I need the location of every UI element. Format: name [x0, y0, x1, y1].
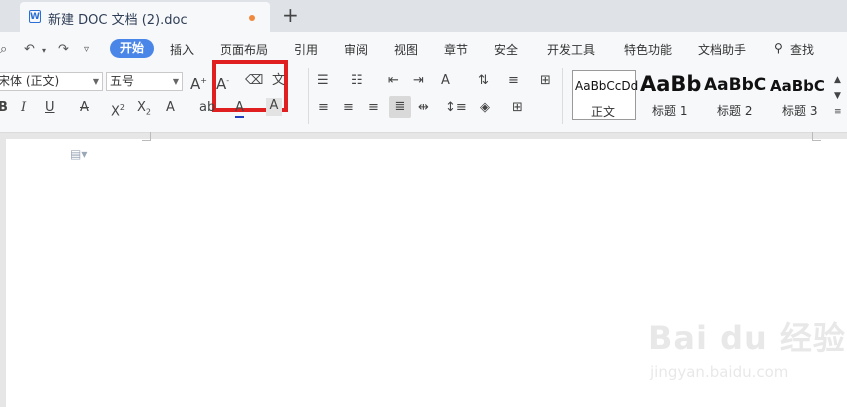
style-sample-text: AaBb	[640, 72, 701, 96]
tab-special-features[interactable]: 特色功能	[624, 41, 672, 58]
align-center-icon[interactable]: ≡	[343, 100, 354, 116]
tab-view[interactable]: 视图	[394, 41, 418, 58]
page-margin-corner	[142, 132, 151, 141]
strikethrough-icon[interactable]: A	[80, 100, 89, 116]
table-borders-icon[interactable]: ⊞	[540, 73, 551, 89]
ribbon: ⌕ ↶ ▾ ↷ ▿ 开始 插入 页面布局 引用 审阅 视图 章节 安全 开发工具…	[0, 32, 847, 133]
style-normal[interactable]: AaBbCcDd 正文	[572, 70, 639, 120]
align-right-icon[interactable]: ≡	[368, 100, 379, 116]
tab-bar: W 新建 DOC 文档 (2).doc +	[0, 0, 847, 32]
styles-scroll-down-icon[interactable]: ▼	[834, 88, 841, 104]
styles-more-icon[interactable]: ≡	[834, 104, 842, 120]
style-sample-text: AaBbCcDd	[575, 79, 639, 93]
clear-format-icon[interactable]: ⌫	[245, 73, 263, 89]
tab-review[interactable]: 审阅	[344, 41, 368, 58]
tab-section[interactable]: 章节	[444, 41, 468, 58]
chevron-down-icon: ▼	[92, 77, 99, 86]
tab-start[interactable]: 开始	[110, 39, 154, 58]
tab-document-assistant[interactable]: 文档助手	[698, 41, 746, 58]
line-spacing-icon[interactable]: ↕≡	[445, 100, 467, 116]
tab-references[interactable]: 引用	[294, 41, 318, 58]
tab-security[interactable]: 安全	[494, 41, 518, 58]
numbering-icon[interactable]: ☷	[351, 73, 363, 89]
shrink-font-icon[interactable]: A-	[216, 73, 229, 92]
distributed-align-icon[interactable]: ⇹	[418, 100, 429, 116]
subscript-icon[interactable]: X2	[137, 100, 151, 121]
watermark-logo: Bai du 经验	[648, 319, 846, 357]
sort-icon[interactable]: ⇅	[478, 73, 489, 89]
style-label: 标题 2	[717, 104, 753, 118]
tab-insert[interactable]: 插入	[170, 41, 194, 58]
paragraph-layout-icon[interactable]: ▤▾	[70, 147, 87, 161]
font-family-select[interactable]: 宋体 (正文) ▼	[0, 72, 103, 91]
style-label: 标题 3	[782, 104, 818, 118]
customize-toolbar-icon[interactable]: ▿	[84, 44, 89, 55]
font-color-icon[interactable]: A	[235, 100, 244, 118]
redo-icon[interactable]: ↷	[58, 42, 69, 57]
search-button-label[interactable]: 查找	[790, 41, 814, 58]
increase-indent-icon[interactable]: ⇥	[413, 73, 424, 89]
baidu-watermark: Bai du 经验 jingyan.baidu.com	[648, 313, 845, 393]
word-doc-icon: W	[29, 10, 41, 23]
italic-icon[interactable]: I	[21, 100, 26, 116]
new-tab-button[interactable]: +	[282, 5, 299, 25]
unsaved-dot-icon	[249, 15, 255, 21]
group-divider	[562, 68, 563, 124]
styles-scroll-up-icon[interactable]: ▲	[834, 72, 841, 88]
grow-font-icon[interactable]: A+	[190, 73, 207, 92]
underline-icon[interactable]: U	[45, 100, 55, 116]
tab-page-layout[interactable]: 页面布局	[220, 41, 268, 58]
font-size-select[interactable]: 五号 ▼	[106, 72, 183, 91]
page-margin-corner	[812, 132, 821, 141]
chinese-layout-icon[interactable]: A	[441, 73, 450, 89]
borders-icon[interactable]: ⊞	[512, 100, 523, 116]
style-label: 正文	[591, 105, 616, 119]
document-tab[interactable]: W 新建 DOC 文档 (2).doc	[20, 2, 270, 32]
style-sample-text: AaBbC	[770, 77, 825, 95]
tab-developer-tools[interactable]: 开发工具	[547, 41, 595, 58]
print-preview-icon[interactable]: ⌕	[0, 42, 7, 57]
style-heading-3[interactable]: AaBbC 标题 3	[770, 70, 832, 118]
style-sample-text: AaBbC	[704, 75, 767, 95]
style-heading-2[interactable]: AaBbC 标题 2	[704, 70, 767, 118]
superscript-icon[interactable]: X2	[111, 100, 125, 120]
bold-icon[interactable]: B	[0, 100, 8, 116]
chevron-down-icon: ▼	[172, 77, 179, 86]
paragraph-shading-icon[interactable]: ◈	[480, 100, 490, 116]
text-effect-icon[interactable]: A	[166, 100, 175, 116]
undo-icon[interactable]: ↶	[24, 42, 35, 57]
character-shading-icon[interactable]: A	[266, 98, 282, 116]
style-heading-1[interactable]: AaBb 标题 1	[638, 70, 701, 118]
bullets-icon[interactable]: ☰	[317, 73, 329, 89]
group-divider	[308, 68, 309, 124]
font-family-value: 宋体 (正文)	[0, 74, 60, 88]
watermark-url: jingyan.baidu.com	[650, 363, 789, 381]
pinyin-guide-icon[interactable]: 文	[272, 73, 285, 89]
document-tab-title: 新建 DOC 文档 (2).doc	[48, 13, 188, 28]
undo-dropdown-icon[interactable]: ▾	[42, 46, 46, 55]
align-left-icon[interactable]: ≡	[318, 100, 329, 116]
highlight-color-icon[interactable]: ab	[199, 100, 215, 116]
search-icon[interactable]: ⚲	[774, 41, 783, 55]
style-label: 标题 1	[652, 104, 688, 118]
decrease-indent-icon[interactable]: ⇤	[388, 73, 399, 89]
justify-icon[interactable]: ≣	[389, 96, 411, 118]
font-size-value: 五号	[110, 74, 135, 88]
line-wrap-icon[interactable]: ≡	[508, 73, 519, 89]
